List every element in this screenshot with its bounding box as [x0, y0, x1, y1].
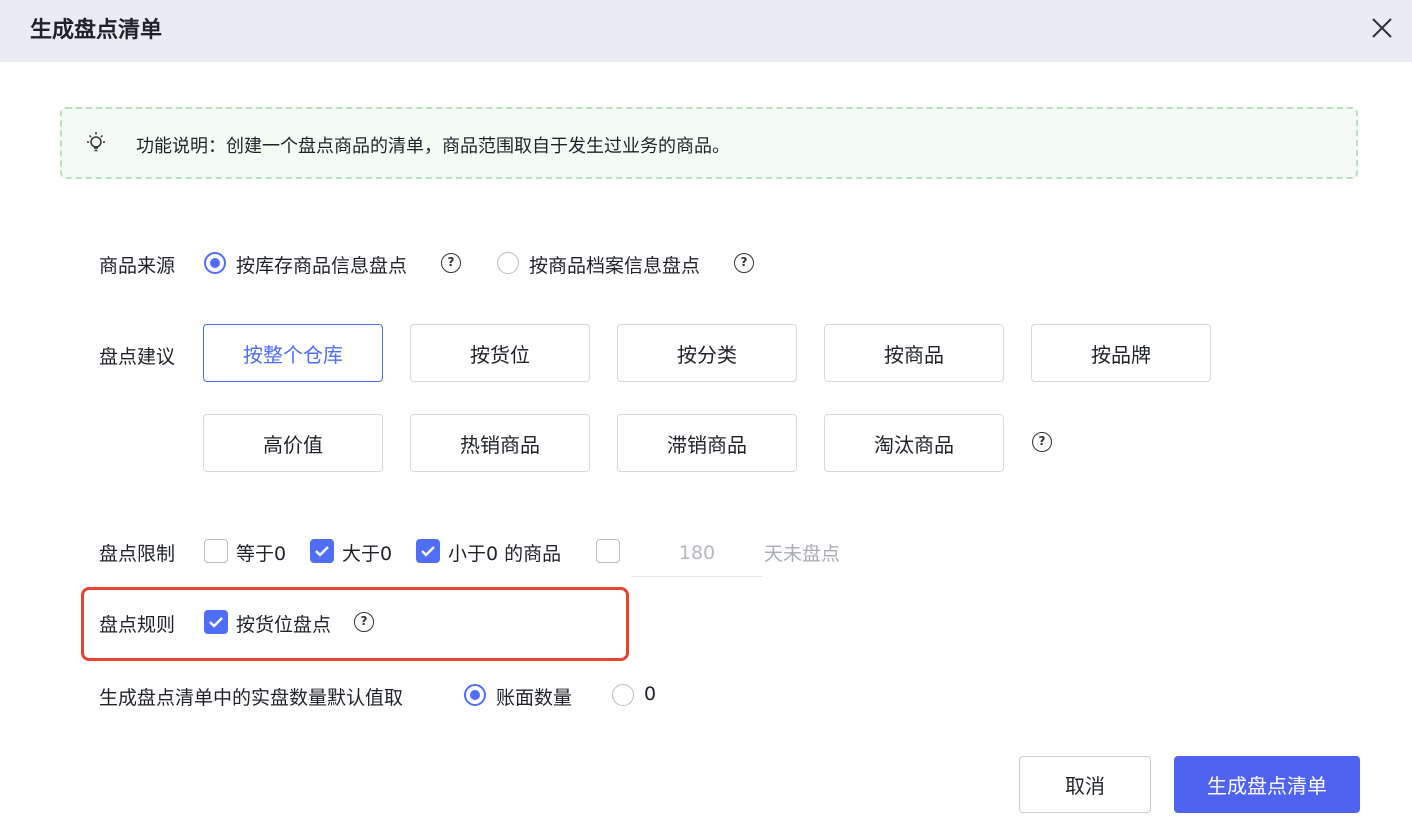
- cancel-button[interactable]: 取消: [1019, 756, 1151, 813]
- chip-high-value[interactable]: 高价值: [203, 414, 383, 472]
- less-zero-label: 小于0 的商品: [448, 543, 562, 565]
- default-qty-book-label: 账面数量: [496, 687, 573, 709]
- help-icon[interactable]: ?: [734, 253, 754, 273]
- source-option-archive-label: 按商品档案信息盘点: [529, 255, 701, 277]
- chip-by-brand[interactable]: 按品牌: [1031, 324, 1211, 382]
- default-qty-label: 生成盘点清单中的实盘数量默认值取: [99, 687, 404, 709]
- chip-by-product[interactable]: 按商品: [824, 324, 1004, 382]
- checkbox-greater-zero[interactable]: [310, 539, 334, 563]
- lightbulb-icon: [84, 131, 108, 155]
- dialog-title: 生成盘点清单: [30, 18, 163, 43]
- default-qty-radio-book[interactable]: [464, 684, 486, 706]
- chip-by-location[interactable]: 按货位: [410, 324, 590, 382]
- checkbox-equal-zero[interactable]: [204, 539, 228, 563]
- limit-label: 盘点限制: [99, 543, 176, 565]
- dialog-header: 生成盘点清单: [0, 0, 1412, 62]
- source-option-stock-label: 按库存商品信息盘点: [236, 255, 408, 277]
- chip-obsolete[interactable]: 淘汰商品: [824, 414, 1004, 472]
- equal-zero-label: 等于0: [236, 543, 287, 565]
- help-icon[interactable]: ?: [1032, 432, 1052, 452]
- chip-slow-selling[interactable]: 滞销商品: [617, 414, 797, 472]
- checkbox-by-location-rule[interactable]: [204, 610, 228, 634]
- days-suffix: 天未盘点: [764, 543, 841, 565]
- rule-option-label: 按货位盘点: [236, 614, 332, 636]
- default-qty-zero-label: 0: [644, 683, 657, 705]
- check-icon: [421, 546, 435, 557]
- close-icon[interactable]: [1368, 14, 1396, 42]
- chip-hot-selling[interactable]: 热销商品: [410, 414, 590, 472]
- rule-label: 盘点规则: [99, 614, 176, 636]
- checkbox-less-zero[interactable]: [416, 539, 440, 563]
- help-icon[interactable]: ?: [441, 253, 461, 273]
- check-icon: [209, 617, 223, 628]
- chip-whole-warehouse[interactable]: 按整个仓库: [203, 324, 383, 382]
- default-qty-radio-zero[interactable]: [612, 684, 634, 706]
- source-label: 商品来源: [99, 255, 176, 277]
- tip-text: 功能说明：创建一个盘点商品的清单，商品范围取自于发生过业务的商品。: [136, 136, 730, 157]
- suggestion-label: 盘点建议: [99, 346, 176, 368]
- generate-list-button[interactable]: 生成盘点清单: [1174, 756, 1360, 813]
- feature-tip: 功能说明：创建一个盘点商品的清单，商品范围取自于发生过业务的商品。: [60, 107, 1358, 179]
- checkbox-days-not-counted[interactable]: [596, 539, 620, 563]
- greater-zero-label: 大于0: [342, 543, 393, 565]
- days-input[interactable]: [631, 530, 763, 577]
- help-icon[interactable]: ?: [354, 612, 374, 632]
- source-radio-archive[interactable]: [497, 252, 519, 274]
- check-icon: [315, 546, 329, 557]
- chip-by-category[interactable]: 按分类: [617, 324, 797, 382]
- source-radio-stock[interactable]: [204, 252, 226, 274]
